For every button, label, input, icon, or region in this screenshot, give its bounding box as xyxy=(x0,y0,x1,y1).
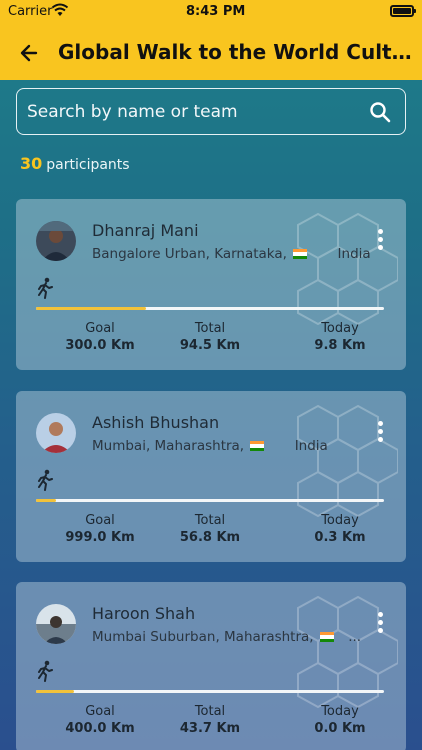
location-text: Mumbai, Maharashtra, xyxy=(92,438,245,454)
avatar xyxy=(36,413,76,453)
india-flag-icon xyxy=(250,441,265,451)
search-box[interactable] xyxy=(16,88,406,135)
hexagon-pattern-icon xyxy=(297,595,398,709)
clock: 8:43 PM xyxy=(186,4,246,19)
walking-person-icon xyxy=(38,660,53,682)
progress-bar xyxy=(36,307,384,310)
today-stat: Today 9.8 Km xyxy=(280,321,400,353)
page-title: Global Walk to the World Culture Festiva… xyxy=(58,40,422,64)
total-value: 56.8 Km xyxy=(179,530,241,545)
total-label: Total xyxy=(194,513,226,528)
battery-icon xyxy=(390,5,416,17)
walking-person-icon xyxy=(38,469,53,491)
hexagon-pattern-icon xyxy=(297,404,398,518)
location-text: Bangalore Urban, Karnataka, xyxy=(92,246,287,262)
goal-label: Goal xyxy=(85,321,115,336)
progress-fill xyxy=(36,307,146,310)
more-options-icon[interactable] xyxy=(378,612,384,636)
back-arrow-icon[interactable] xyxy=(14,38,46,68)
today-label: Today xyxy=(321,321,359,336)
participant-name: Ashish Bhushan xyxy=(92,413,220,432)
total-stat: Total 43.7 Km xyxy=(150,704,270,736)
progress-fill xyxy=(36,499,56,502)
participant-card[interactable]: Haroon Shah Mumbai Suburban, Maharashtra… xyxy=(16,582,406,750)
goal-label: Goal xyxy=(85,513,115,528)
avatar xyxy=(36,221,76,261)
participant-location: Mumbai Suburban, Maharashtra, ... xyxy=(92,629,361,645)
today-value: 0.3 Km xyxy=(314,530,366,545)
avatar xyxy=(36,604,76,644)
participant-location: Bangalore Urban, Karnataka, India xyxy=(92,246,371,262)
participant-card[interactable]: Dhanraj Mani Bangalore Urban, Karnataka,… xyxy=(16,199,406,370)
more-options-icon[interactable] xyxy=(378,229,384,253)
country-name: ... xyxy=(348,629,362,645)
today-value: 9.8 Km xyxy=(314,338,366,353)
total-label: Total xyxy=(194,704,226,719)
today-label: Today xyxy=(321,513,359,528)
goal-value: 999.0 Km xyxy=(65,530,135,545)
walking-person-icon xyxy=(38,277,53,299)
total-stat: Total 56.8 Km xyxy=(150,513,270,545)
today-value: 0.0 Km xyxy=(314,721,366,736)
total-stat: Total 94.5 Km xyxy=(150,321,270,353)
india-flag-icon xyxy=(293,249,308,259)
participant-count-number: 30 xyxy=(20,154,43,173)
goal-label: Goal xyxy=(85,704,115,719)
participant-card[interactable]: Ashish Bhushan Mumbai, Maharashtra, Indi… xyxy=(16,391,406,562)
progress-bar xyxy=(36,690,384,693)
participant-count: 30 participants xyxy=(20,154,130,173)
goal-value: 300.0 Km xyxy=(65,338,135,353)
search-input[interactable] xyxy=(27,97,367,127)
today-stat: Today 0.3 Km xyxy=(280,513,400,545)
goal-value: 400.0 Km xyxy=(65,721,135,736)
app-header: Carrier 8:43 PM Global Walk to the World… xyxy=(0,0,422,80)
goal-stat: Goal 999.0 Km xyxy=(40,513,160,545)
location-text: Mumbai Suburban, Maharashtra, xyxy=(92,629,314,645)
participant-name: Haroon Shah xyxy=(92,604,196,623)
more-options-icon[interactable] xyxy=(378,421,384,445)
participant-location: Mumbai, Maharashtra, India xyxy=(92,438,328,454)
country-name: India xyxy=(337,246,371,262)
hexagon-pattern-icon xyxy=(297,212,398,326)
goal-stat: Goal 400.0 Km xyxy=(40,704,160,736)
india-flag-icon xyxy=(319,632,334,642)
wifi-icon xyxy=(52,3,68,16)
progress-bar xyxy=(36,499,384,502)
total-value: 94.5 Km xyxy=(179,338,241,353)
participant-count-label: participants xyxy=(46,157,130,173)
search-icon[interactable] xyxy=(369,101,391,123)
participant-name: Dhanraj Mani xyxy=(92,221,199,240)
progress-fill xyxy=(36,690,74,693)
today-stat: Today 0.0 Km xyxy=(280,704,400,736)
total-value: 43.7 Km xyxy=(179,721,241,736)
goal-stat: Goal 300.0 Km xyxy=(40,321,160,353)
total-label: Total xyxy=(194,321,226,336)
carrier-label: Carrier xyxy=(8,4,53,19)
status-bar: Carrier 8:43 PM xyxy=(0,0,422,22)
country-name: India xyxy=(294,438,328,454)
today-label: Today xyxy=(321,704,359,719)
